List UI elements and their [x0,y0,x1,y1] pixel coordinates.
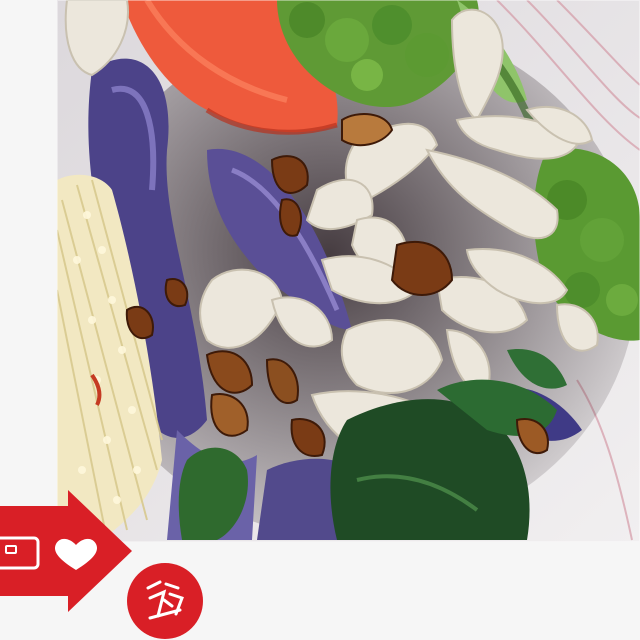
left-margin [0,0,57,542]
sticker-decoration [0,488,210,640]
page [0,0,640,640]
salad-illustration [57,0,640,542]
food-photo [57,0,640,542]
stamp-icon [127,563,203,639]
